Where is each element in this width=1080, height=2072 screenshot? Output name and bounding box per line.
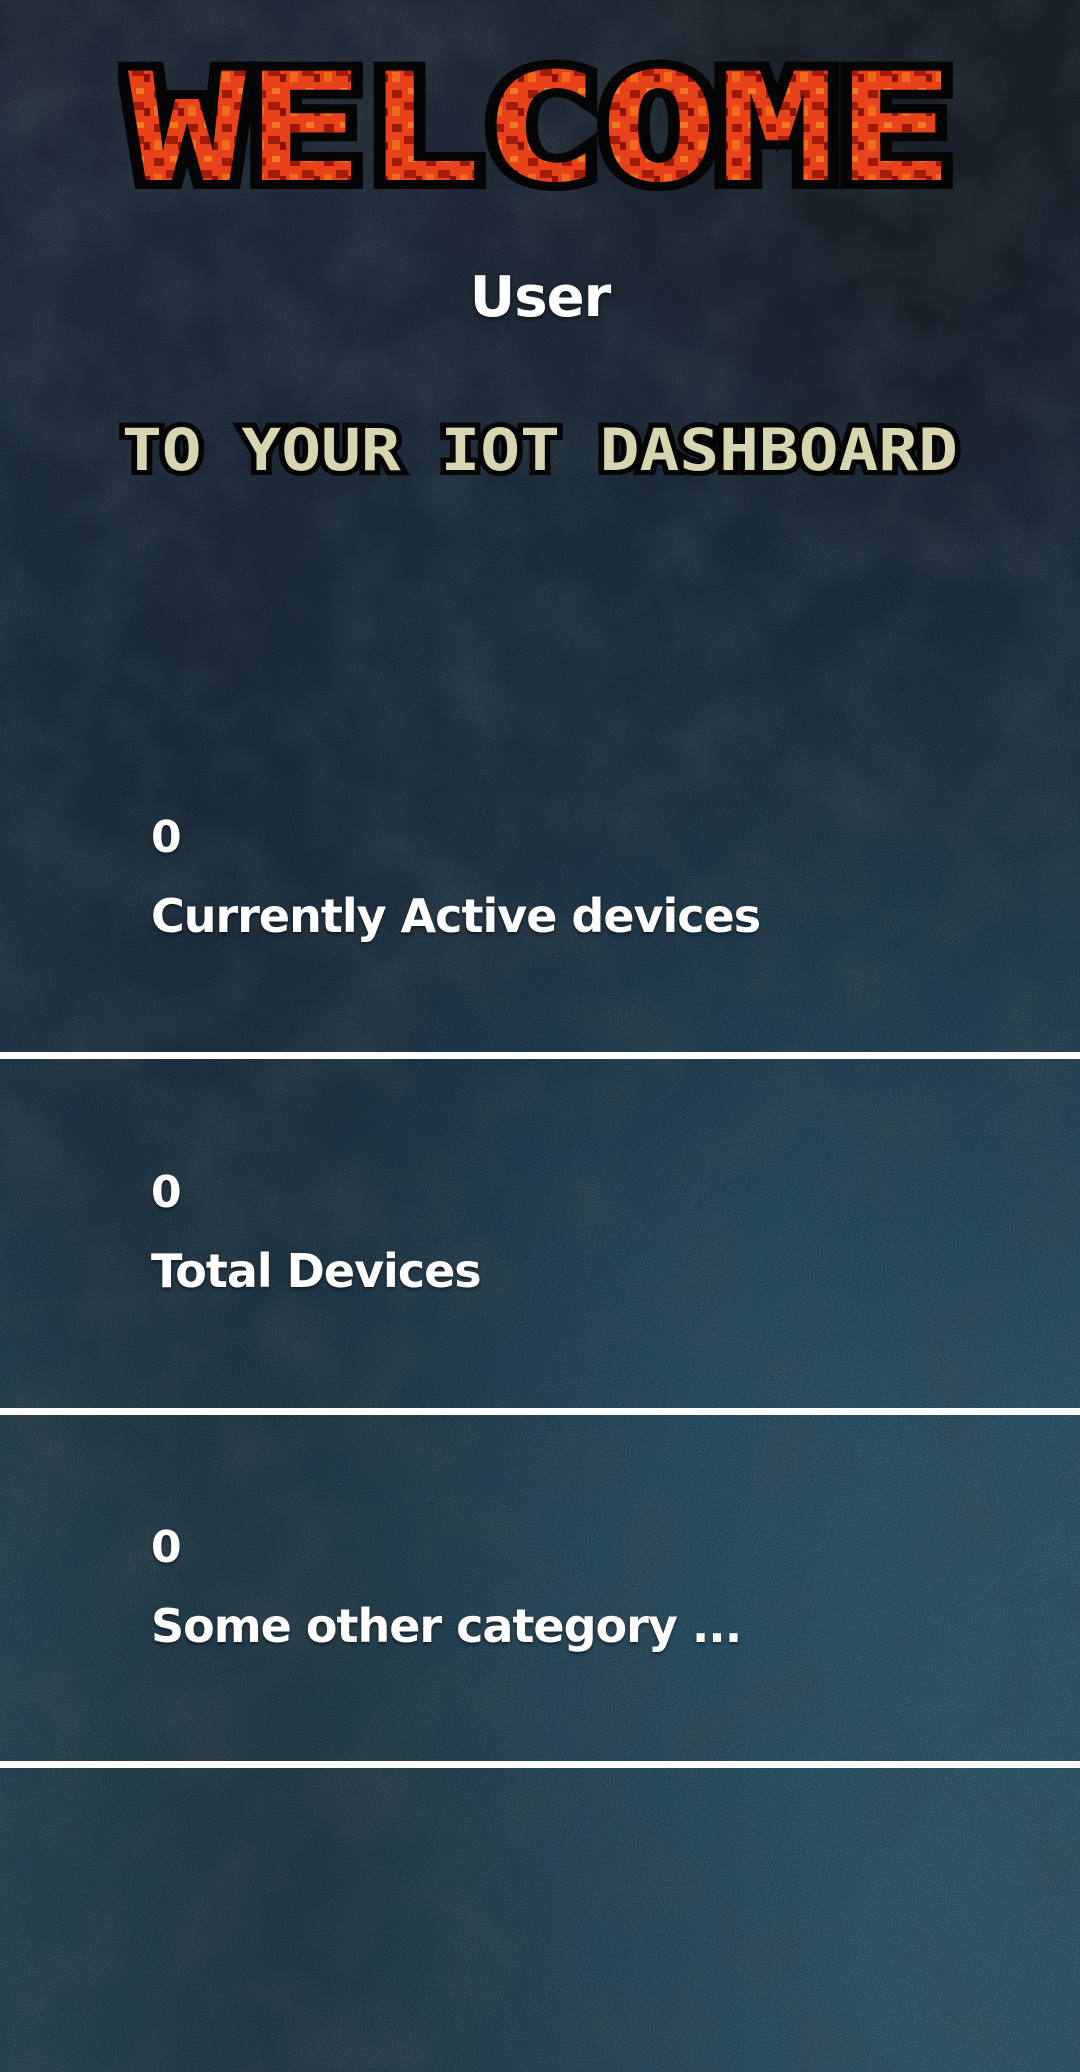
stat-card-other-category[interactable]: 0 Some other category ... — [0, 0, 1080, 1653]
stat-label: Some other category ... — [151, 1599, 742, 1653]
divider — [0, 1052, 1080, 1059]
divider — [0, 1761, 1080, 1768]
divider — [0, 1408, 1080, 1415]
subtitle-logo: TO YOUR IOT DASHBOARD TO YOUR IOT DASHBO… — [117, 418, 963, 478]
stat-value: 0 — [151, 812, 182, 863]
subtitle-text-fill: TO YOUR IOT DASHBOARD — [122, 418, 958, 478]
stat-value: 0 — [151, 1522, 182, 1573]
stat-value: 0 — [151, 1167, 182, 1218]
stat-label: Total Devices — [151, 1244, 482, 1298]
stat-label: Currently Active devices — [151, 889, 761, 943]
